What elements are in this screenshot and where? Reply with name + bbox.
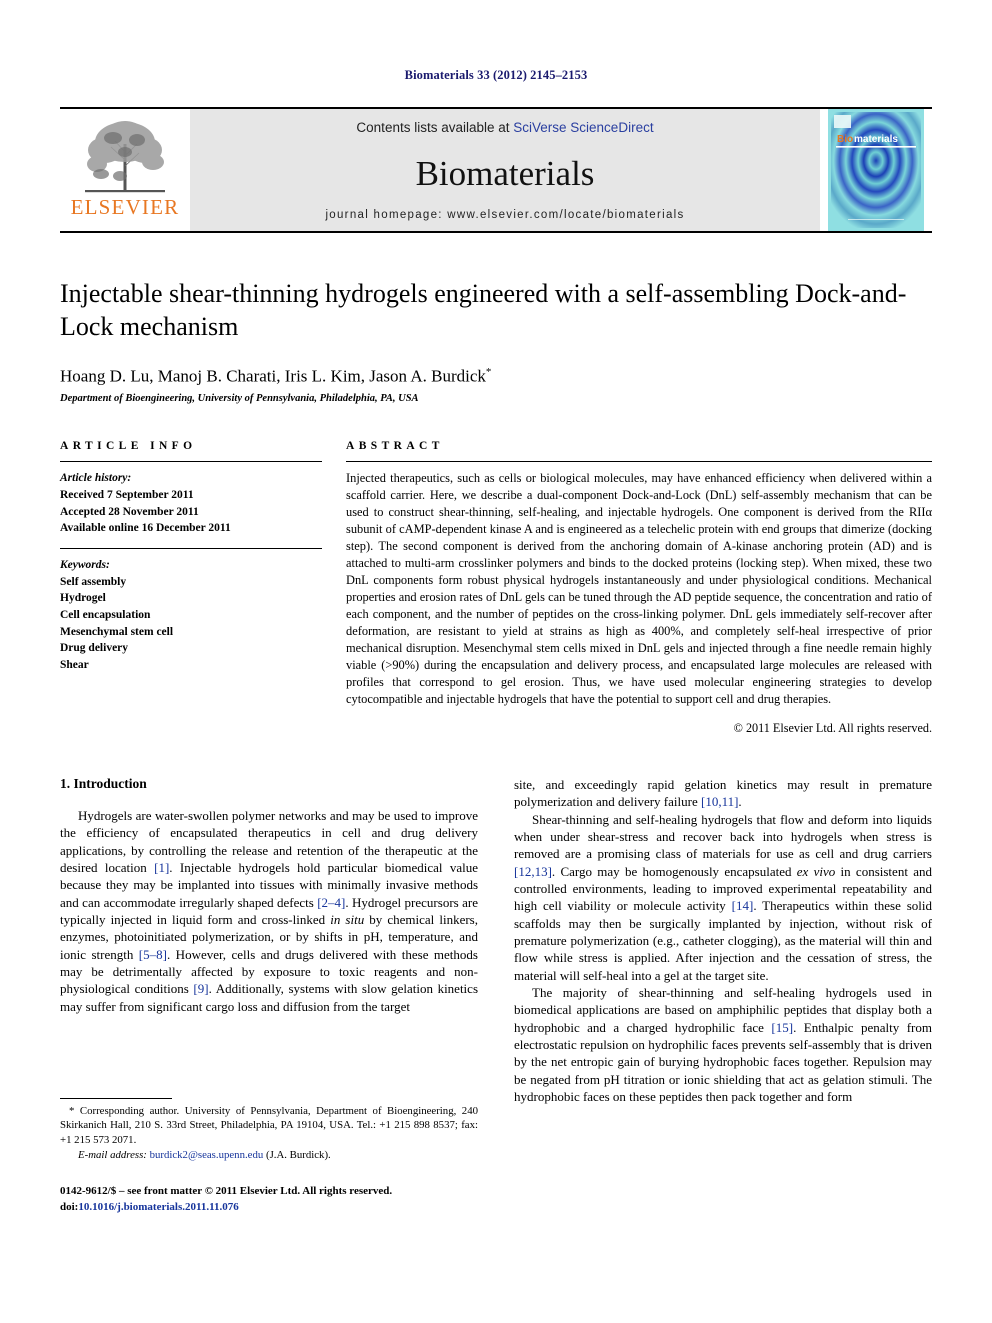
article-title: Injectable shear-thinning hydrogels engi… [60,279,907,342]
email-link[interactable]: burdick2@seas.upenn.edu [150,1149,264,1161]
corresponding-author-marker: * [485,365,492,378]
intro-paragraph: Shear-thinning and self-healing hydrogel… [514,811,932,983]
article-history-online: Available online 16 December 2011 [60,522,231,535]
keyword-item: Cell encapsulation [60,608,151,621]
journal-homepage-link[interactable]: journal homepage: www.elsevier.com/locat… [325,209,684,221]
keyword-item: Self assembly [60,575,127,588]
doi-link[interactable]: 10.1016/j.biomaterials.2011.11.076 [78,1201,238,1213]
body-column-left: 1. Introduction Hydrogels are water-swol… [60,776,478,1215]
keywords-rule [60,547,322,549]
section-heading-introduction: 1. Introduction [60,775,147,791]
keyword-item: Hydrogel [60,592,106,605]
body-columns: 1. Introduction Hydrogels are water-swol… [60,776,932,1215]
contents-available-line: Contents lists available at SciVerse Sci… [356,120,653,135]
keyword-item: Mesenchymal stem cell [60,625,174,638]
svg-text:materials: materials [854,134,898,145]
email-attribution: (J.A. Burdick). [265,1148,331,1161]
abstract-text: Injected therapeutics, such as cells or … [346,471,932,706]
keyword-item: Shear [60,658,89,671]
masthead-center: Contents lists available at SciVerse Sci… [190,109,820,231]
article-history-label: Article history: [60,472,132,485]
imprint-block: 0142-9612/$ – see front matter © 2011 El… [60,1184,478,1215]
intro-paragraph: site, and exceedingly rapid gelation kin… [514,776,932,810]
journal-article-page: Biomaterials 33 (2012) 2145–2153 ELSEVIE… [0,0,992,1323]
issn-line: 0142-9612/$ – see front matter © 2011 El… [60,1185,393,1198]
email-label: E-mail address: [78,1148,147,1161]
article-history-accepted: Accepted 28 November 2011 [60,505,199,518]
journal-title: Biomaterials [415,153,595,193]
publisher-logo-block: ELSEVIER [60,109,190,231]
email-footnote: E-mail address: burdick2@seas.upenn.edu … [60,1148,478,1162]
footnote-rule [60,1097,172,1099]
intro-paragraph: The majority of shear-thinning and self-… [514,985,932,1105]
abstract-column: ABSTRACT Injected therapeutics, such as … [346,440,932,736]
doi-line: doi:10.1016/j.biomaterials.2011.11.076 [60,1200,478,1215]
abstract-rule [346,461,932,463]
abstract-copyright: © 2011 Elsevier Ltd. All rights reserved… [733,720,932,735]
corresponding-author-footnote: * Corresponding author. University of Pe… [60,1104,478,1146]
article-history-received: Received 7 September 2011 [60,488,194,501]
contents-prefix: Contents lists available at [356,120,514,135]
author-names: Hoang D. Lu, Manoj B. Charati, Iris L. K… [60,366,486,386]
article-info-column: ARTICLE INFO Article history: Received 7… [60,440,322,736]
keywords-label: Keywords: [60,558,110,571]
article-info-heading: ARTICLE INFO [60,440,197,453]
abstract-heading: ABSTRACT [346,440,444,453]
title-block: Injectable shear-thinning hydrogels engi… [60,277,932,404]
sciencedirect-link[interactable]: SciVerse ScienceDirect [513,120,653,135]
author-list: Hoang D. Lu, Manoj B. Charati, Iris L. K… [60,366,932,387]
body-column-right: site, and exceedingly rapid gelation kin… [514,776,932,1215]
footnote-block: * Corresponding author. University of Pe… [60,1097,478,1215]
running-head: Biomaterials 33 (2012) 2145–2153 [404,68,588,82]
doi-prefix: doi: [60,1200,79,1213]
info-abstract-row: ARTICLE INFO Article history: Received 7… [60,440,932,736]
journal-cover-block: Bio materials [820,109,932,231]
affiliation: Department of Bioengineering, University… [60,393,419,405]
elsevier-tree-logo [85,121,165,193]
elsevier-wordmark: ELSEVIER [70,195,180,219]
svg-text:Bio: Bio [837,134,853,145]
journal-cover-thumbnail: Bio materials [828,109,924,231]
keyword-item: Drug delivery [60,642,129,655]
journal-masthead: ELSEVIER Contents lists available at Sci… [60,107,932,233]
article-info-rule [60,461,322,463]
intro-paragraph: Hydrogels are water-swollen polymer netw… [60,807,478,1014]
